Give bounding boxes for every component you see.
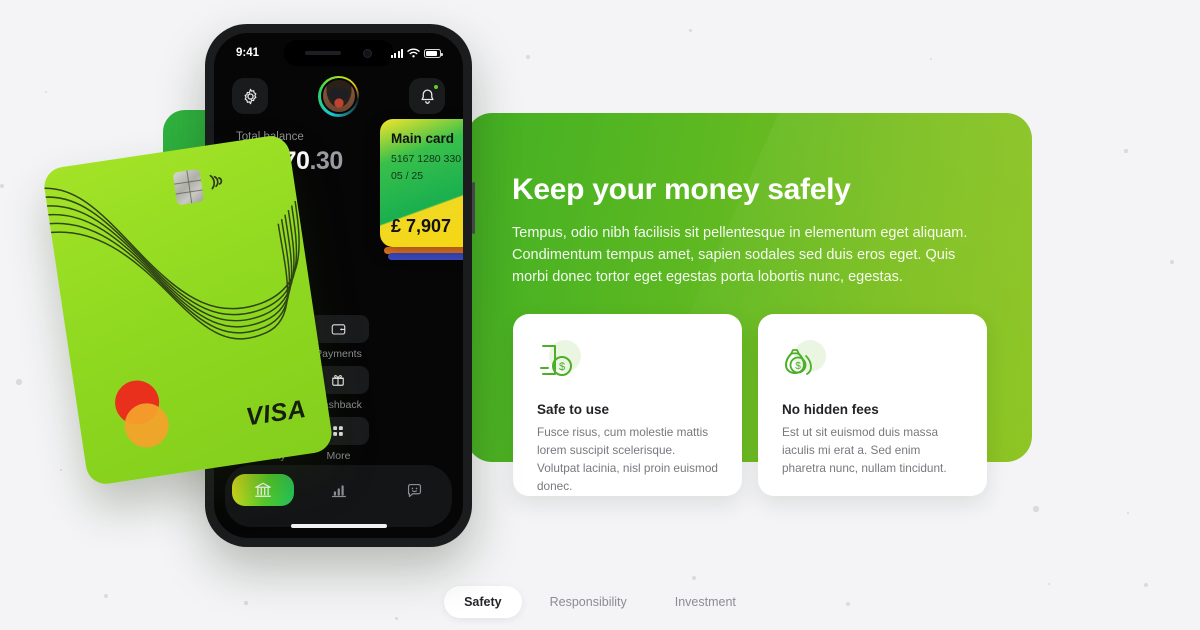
- background-dot: [1047, 582, 1051, 586]
- nav-item-chat[interactable]: [383, 474, 445, 506]
- page-title: Keep your money safely: [512, 173, 851, 206]
- status-indicators: [390, 48, 443, 58]
- battery-icon: [424, 48, 443, 58]
- feature-card-safe-to-use[interactable]: $ Safe to use Fusce risus, cum molestie …: [513, 314, 742, 496]
- app-header: [214, 73, 463, 119]
- category-tabs: Safety Responsibility Investment: [0, 586, 1200, 618]
- main-card-amount: £ 7,907: [391, 216, 452, 236]
- main-card[interactable]: Main card 5167 1280 330 05 / 25 £ 7,907: [380, 119, 463, 247]
- main-card-expiry: 05 / 25: [391, 170, 424, 182]
- svg-text:$: $: [559, 361, 565, 373]
- contactless-icon: [209, 174, 223, 190]
- money-bags-icon: $: [782, 340, 828, 386]
- background-dot: [929, 57, 933, 61]
- main-card-title: Main card: [391, 131, 455, 146]
- background-dot: [526, 55, 530, 59]
- bell-icon[interactable]: [409, 78, 445, 114]
- feature-description: Est ut sit euismod duis massa iaculis mi…: [782, 425, 947, 475]
- feature-title: No hidden fees: [782, 402, 879, 417]
- background-dot: [59, 468, 63, 472]
- gear-icon[interactable]: [232, 78, 268, 114]
- tab-responsibility[interactable]: Responsibility: [530, 586, 647, 618]
- phone-dollar-icon: $: [537, 340, 583, 386]
- background-dot: [1033, 506, 1039, 512]
- bottom-nav: [225, 465, 452, 527]
- background-dot: [1126, 511, 1130, 515]
- nav-item-statistics[interactable]: [307, 474, 369, 506]
- user-avatar-image: [320, 78, 357, 114]
- svg-text:$: $: [795, 361, 801, 372]
- background-dot: [16, 379, 22, 385]
- notification-dot: [433, 84, 439, 90]
- phone-side-button: [472, 182, 475, 234]
- status-time: 9:41: [236, 47, 260, 59]
- nav-item-bank[interactable]: [231, 474, 294, 506]
- tab-investment[interactable]: Investment: [655, 586, 756, 618]
- feature-card-no-hidden-fees[interactable]: $ No hidden fees Est ut sit euismod duis…: [758, 314, 987, 496]
- visa-card: VISA: [41, 133, 335, 487]
- feature-title: Safe to use: [537, 402, 610, 417]
- balance-amount-cents: .30: [309, 147, 343, 175]
- home-indicator: [290, 524, 387, 528]
- background-dot: [44, 90, 48, 94]
- visa-brand-label: VISA: [244, 394, 308, 432]
- wifi-icon: [407, 48, 420, 58]
- feature-description: Fusce risus, cum molestie mattis lorem s…: [537, 425, 718, 493]
- hero-text-block: Keep your money safely Tempus, odio nibh…: [512, 173, 992, 288]
- background-dot: [688, 28, 692, 32]
- tab-safety[interactable]: Safety: [444, 586, 522, 618]
- feature-card-list: $ Safe to use Fusce risus, cum molestie …: [513, 314, 987, 496]
- background-dot: [0, 184, 4, 188]
- cellular-signal-icon: [390, 48, 403, 58]
- avatar[interactable]: [318, 75, 359, 117]
- mastercard-circles-icon: [112, 376, 176, 451]
- status-bar: 9:41: [214, 43, 463, 63]
- background-dot: [1124, 149, 1128, 153]
- background-dot: [691, 575, 697, 581]
- page-root: Keep your money safely Tempus, odio nibh…: [0, 0, 1200, 630]
- card-stack-blue: [388, 253, 463, 260]
- hero-description: Tempus, odio nibh facilisis sit pellente…: [512, 225, 968, 286]
- emv-chip-icon: [172, 168, 205, 206]
- main-card-number: 5167 1280 330: [391, 153, 462, 165]
- background-dot: [1170, 260, 1174, 264]
